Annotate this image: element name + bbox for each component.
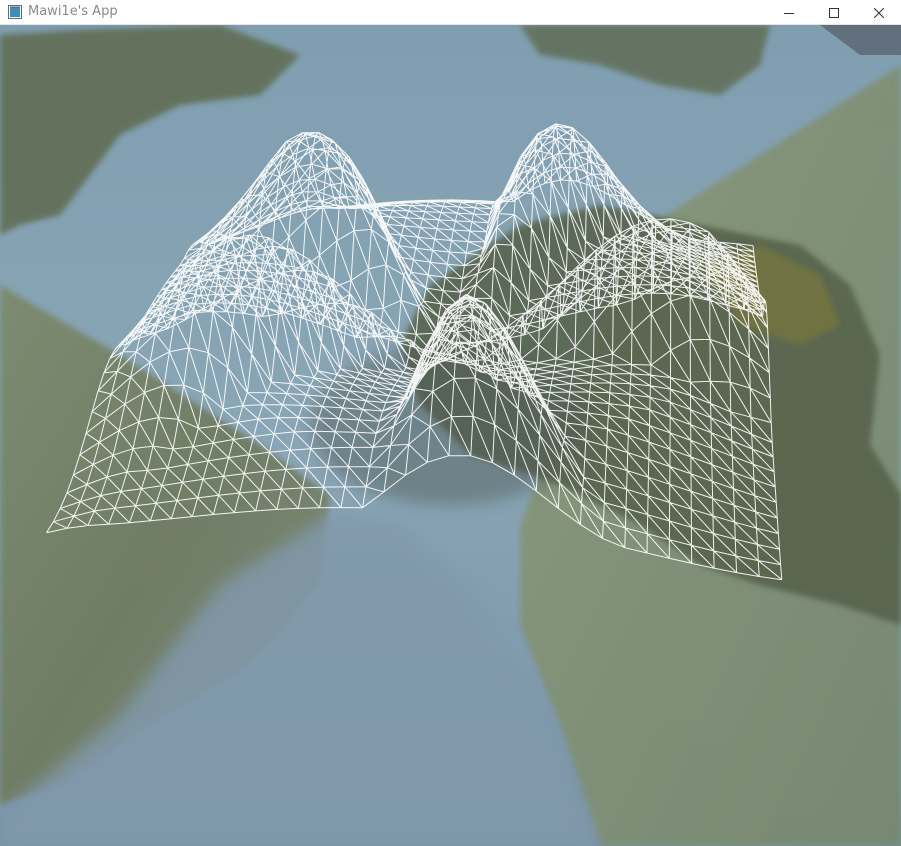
minimize-button[interactable] <box>766 0 812 25</box>
title-bar[interactable]: Mawi1e's App <box>0 0 901 25</box>
render-viewport[interactable] <box>0 25 901 846</box>
window-title: Mawi1e's App <box>28 4 118 19</box>
maximize-button[interactable] <box>811 0 857 25</box>
minimize-icon <box>784 12 794 14</box>
app-window: Mawi1e's App <box>0 0 901 846</box>
maximize-icon <box>829 7 839 18</box>
close-icon <box>874 7 884 18</box>
app-window-icon <box>8 5 22 19</box>
scene-canvas <box>0 25 901 846</box>
close-button[interactable] <box>856 0 901 25</box>
